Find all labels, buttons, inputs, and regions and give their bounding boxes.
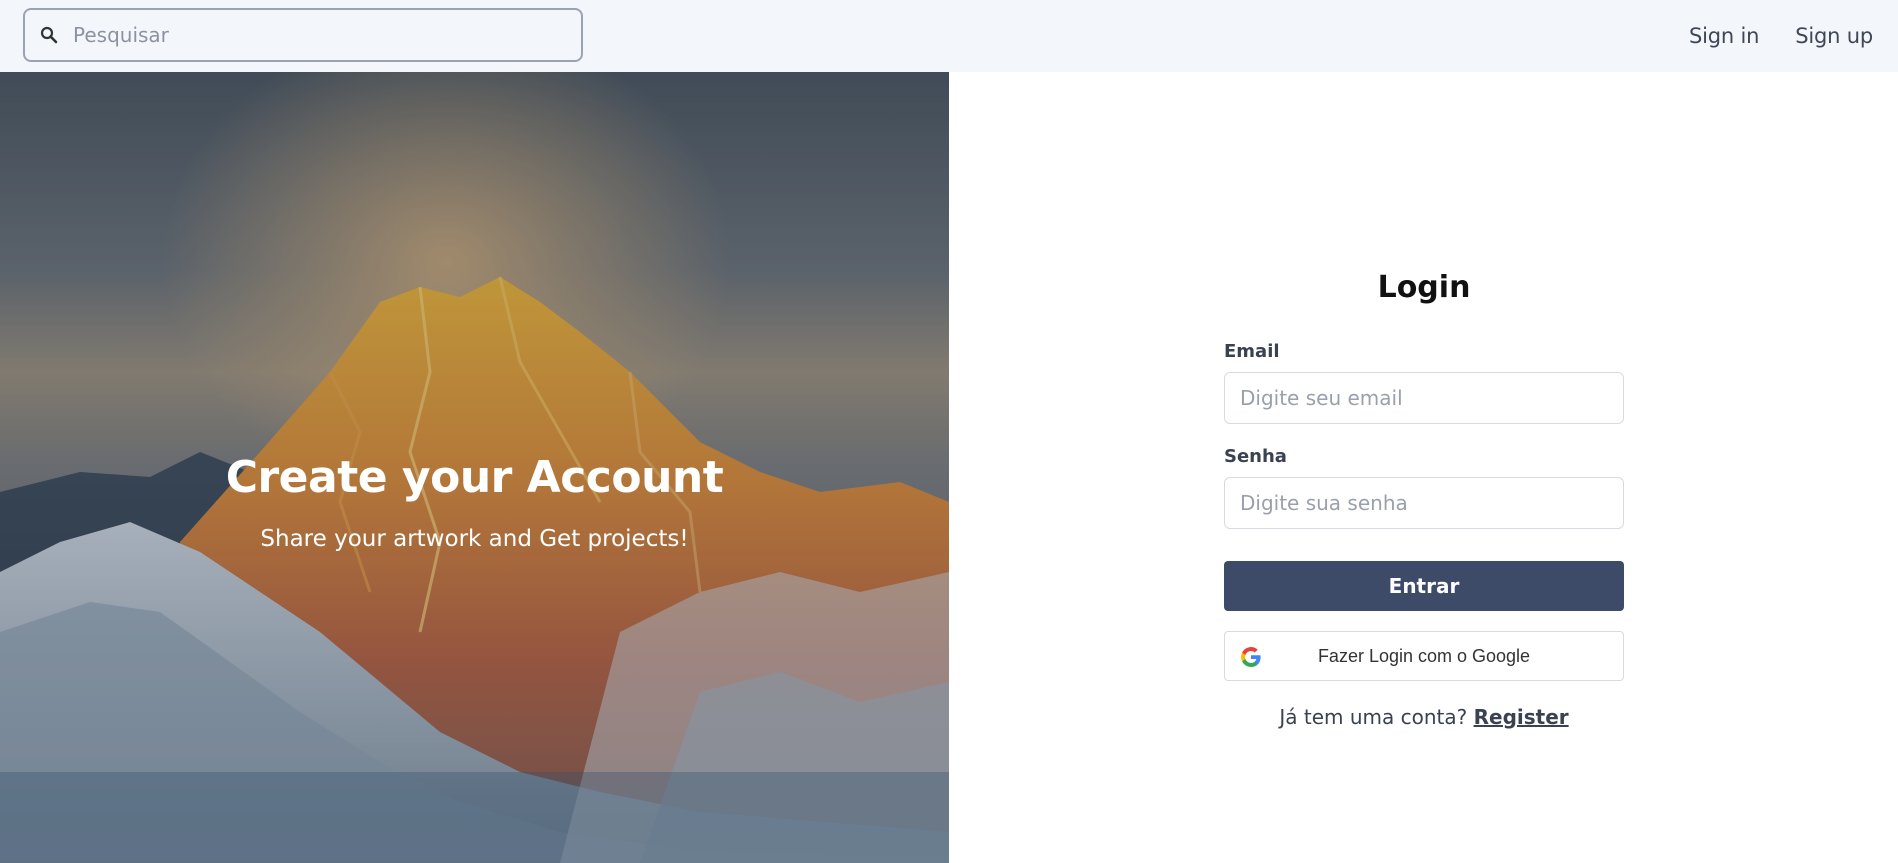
- email-field[interactable]: [1224, 372, 1624, 424]
- register-link[interactable]: Register: [1474, 705, 1569, 729]
- login-submit-button[interactable]: Entrar: [1224, 561, 1624, 611]
- search-icon: [25, 10, 73, 60]
- register-prompt-text: Já tem uma conta?: [1279, 705, 1468, 729]
- search-box[interactable]: [23, 8, 583, 62]
- google-icon: [1241, 647, 1261, 667]
- google-login-label: Fazer Login com o Google: [1317, 645, 1531, 666]
- auth-nav: Sign in Sign up: [1689, 0, 1873, 72]
- password-field[interactable]: [1224, 477, 1624, 529]
- login-form: Login Email Senha Entrar Fazer Login com…: [1224, 270, 1624, 729]
- google-login-button[interactable]: Fazer Login com o Google: [1224, 631, 1624, 681]
- top-navbar: Sign in Sign up: [0, 0, 1898, 72]
- login-title: Login: [1377, 270, 1471, 305]
- email-label: Email: [1224, 341, 1280, 362]
- password-label: Senha: [1224, 446, 1287, 467]
- register-prompt: Já tem uma conta? Register: [1224, 705, 1624, 729]
- search-input[interactable]: [73, 10, 553, 60]
- sign-up-link[interactable]: Sign up: [1795, 24, 1873, 48]
- hero-panel: Create your Account Share your artwork a…: [0, 72, 949, 863]
- sign-in-link[interactable]: Sign in: [1689, 24, 1759, 48]
- hero-title: Create your Account: [225, 452, 724, 503]
- hero-subtitle: Share your artwork and Get projects!: [260, 526, 689, 552]
